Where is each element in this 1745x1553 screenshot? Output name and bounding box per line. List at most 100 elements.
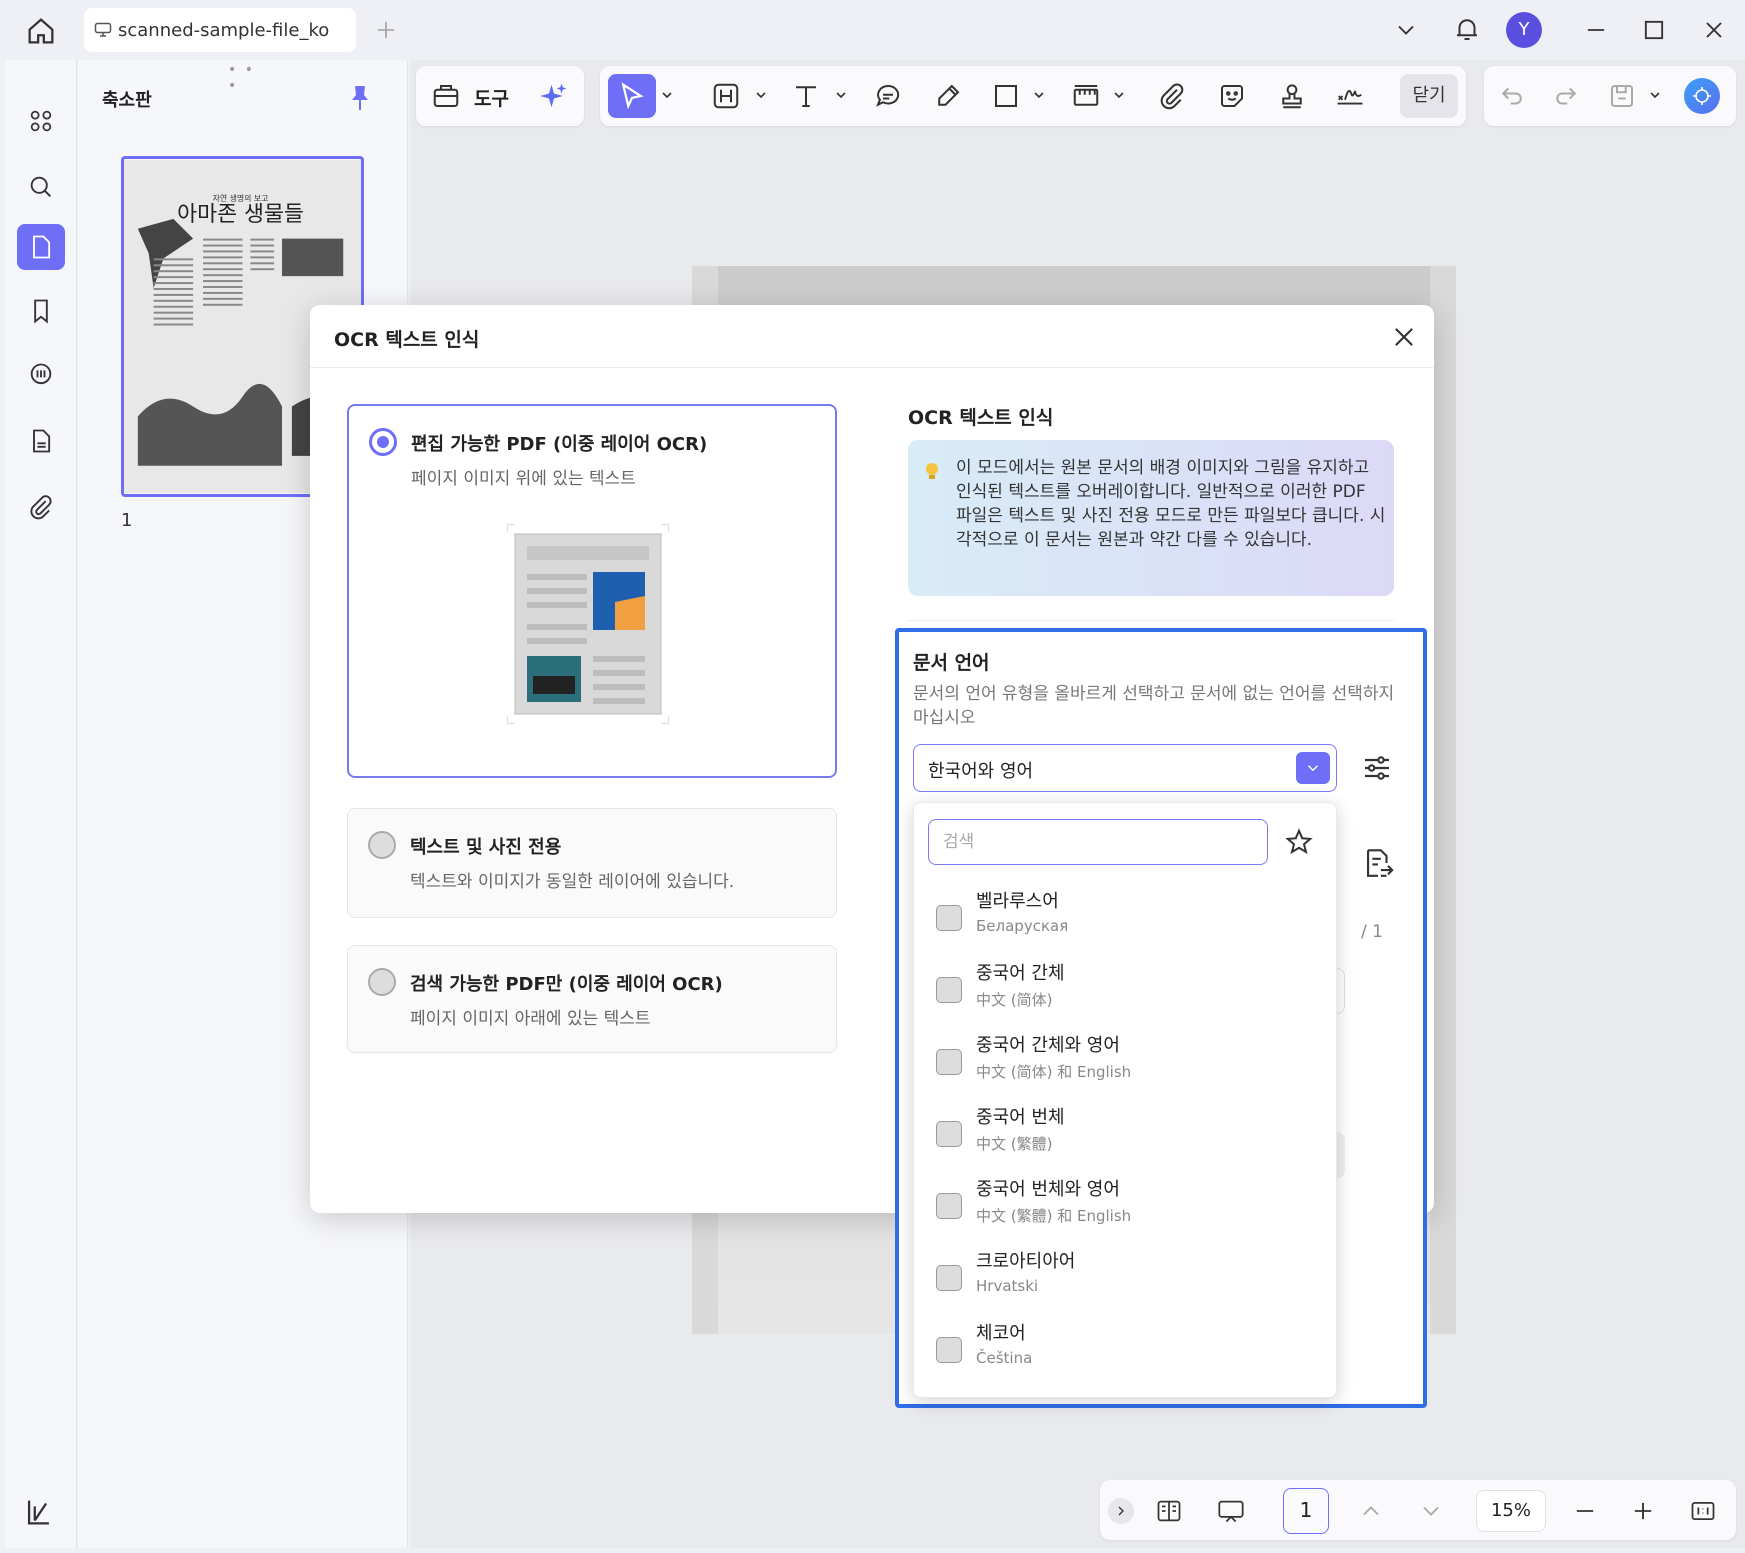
language-select-value: 한국어와 영어 — [928, 761, 1034, 782]
language-name: 중국어 번체 — [976, 1107, 1065, 1128]
apps-icon[interactable] — [17, 98, 65, 144]
language-dropdown: 벨라루스어 Беларуская 중국어 간체 中文 (简体) 중국어 간체와 … — [913, 802, 1337, 1398]
plus-icon[interactable] — [372, 16, 400, 44]
language-option[interactable]: 중국어 번체와 영어 中文 (繁體) 和 English — [928, 1169, 1308, 1239]
rectangle-icon[interactable] — [986, 76, 1026, 116]
zoom-level[interactable]: 15% — [1476, 1490, 1546, 1532]
chevron-right-icon[interactable] — [1108, 1498, 1134, 1524]
radio-text-and-image[interactable] — [368, 831, 396, 859]
language-native-name: Беларуская — [976, 917, 1069, 935]
undo-icon[interactable] — [1492, 76, 1532, 116]
stamp-icon[interactable] — [1272, 76, 1312, 116]
user-avatar[interactable]: Y — [1506, 12, 1542, 48]
zoom-out-icon[interactable] — [1568, 1494, 1602, 1528]
language-checkbox[interactable] — [936, 1121, 962, 1147]
chevron-down-icon[interactable] — [1392, 16, 1420, 44]
signature-icon[interactable] — [1330, 76, 1370, 116]
chevron-down-icon[interactable] — [1648, 88, 1662, 102]
chevron-up-icon[interactable] — [1354, 1494, 1388, 1528]
option-editable-pdf[interactable]: 편집 가능한 PDF (이중 레이어 OCR) 페이지 이미지 위에 있는 텍스… — [347, 404, 837, 778]
tools-toolbar: 도구 — [416, 66, 584, 126]
toolbox-icon[interactable] — [426, 76, 466, 116]
language-checkbox[interactable] — [936, 905, 962, 931]
document-icon[interactable] — [17, 418, 65, 464]
language-option[interactable]: 중국어 간체와 영어 中文 (简体) 和 English — [928, 1025, 1308, 1095]
sidebar-toggle-icon[interactable] — [22, 1495, 56, 1529]
bookmark-icon[interactable] — [17, 288, 65, 334]
document-tab[interactable]: scanned-sample-file_ko — [84, 8, 356, 52]
tools-label[interactable]: 도구 — [474, 84, 509, 111]
sticker-icon[interactable] — [1212, 76, 1252, 116]
language-option[interactable]: 체코어 Čeština — [928, 1313, 1308, 1383]
heading-icon[interactable] — [706, 76, 746, 116]
language-option[interactable]: 중국어 간체 中文 (简体) — [928, 953, 1308, 1023]
language-select[interactable]: 한국어와 영어 — [913, 744, 1337, 792]
sliders-icon[interactable] — [1361, 752, 1393, 784]
language-native-name: Hrvatski — [976, 1277, 1039, 1295]
language-checkbox[interactable] — [936, 1337, 962, 1363]
option-title: 텍스트 및 사진 전용 — [410, 837, 562, 858]
ai-sparkle-icon[interactable] — [534, 76, 574, 116]
ai-assistant-icon[interactable] — [1684, 78, 1720, 114]
actual-size-icon[interactable] — [1686, 1494, 1720, 1528]
thumbnail-page-number: 1 — [121, 510, 133, 531]
presentation-icon[interactable] — [1214, 1494, 1248, 1528]
chevron-down-icon[interactable] — [1296, 752, 1330, 784]
option-subtitle: 텍스트와 이미지가 동일한 레이어에 있습니다. — [410, 872, 735, 892]
lightbulb-icon — [924, 462, 940, 482]
reading-mode-icon[interactable] — [1152, 1494, 1186, 1528]
redo-icon[interactable] — [1546, 76, 1586, 116]
thumbnails-icon[interactable] — [17, 224, 65, 270]
option-title: 검색 가능한 PDF만 (이중 레이어 OCR) — [410, 974, 723, 995]
monitor-icon — [94, 22, 112, 38]
language-option[interactable]: 벨라루스어 Беларуская — [928, 881, 1308, 951]
tab-label: scanned-sample-file_ko — [118, 20, 330, 41]
comment-bubble-icon[interactable] — [868, 76, 908, 116]
close-toolbar-button[interactable]: 닫기 — [1400, 74, 1458, 118]
annotation-toolbar: 닫기 — [600, 66, 1466, 126]
language-checkbox[interactable] — [936, 1265, 962, 1291]
language-description: 문서의 언어 유형을 올바르게 선택하고 문서에 없는 언어를 선택하지 마십시… — [913, 684, 1395, 728]
left-rail — [5, 60, 77, 1548]
star-icon[interactable] — [1284, 827, 1314, 857]
language-name: 중국어 간체 — [976, 963, 1065, 984]
thumbnail-headline: 아마존 생물들 — [177, 202, 304, 227]
language-option[interactable]: 중국어 번체 中文 (繁體) — [928, 1097, 1308, 1167]
page-range-icon[interactable] — [1361, 846, 1395, 880]
chevron-down-icon[interactable] — [754, 88, 768, 102]
comment-icon[interactable] — [17, 352, 65, 398]
text-icon[interactable] — [786, 76, 826, 116]
pin-icon[interactable] — [348, 84, 372, 112]
attachment-icon[interactable] — [17, 484, 65, 530]
measure-icon[interactable] — [1066, 76, 1106, 116]
language-name: 중국어 간체와 영어 — [976, 1035, 1120, 1056]
home-icon[interactable] — [22, 14, 60, 48]
language-option[interactable]: 크로아티아어 Hrvatski — [928, 1241, 1308, 1311]
chevron-down-icon[interactable] — [1032, 88, 1046, 102]
option-searchable-pdf[interactable]: 검색 가능한 PDF만 (이중 레이어 OCR) 페이지 이미지 아래에 있는 … — [347, 945, 837, 1053]
save-icon[interactable] — [1602, 76, 1642, 116]
zoom-in-icon[interactable] — [1626, 1494, 1660, 1528]
language-checkbox[interactable] — [936, 977, 962, 1003]
highlighter-icon[interactable] — [928, 76, 968, 116]
chevron-down-icon[interactable] — [1112, 88, 1126, 102]
language-search-input[interactable] — [928, 819, 1268, 865]
chevron-down-icon[interactable] — [660, 88, 674, 102]
paperclip-icon[interactable] — [1152, 76, 1192, 116]
bell-icon[interactable] — [1452, 14, 1482, 44]
chevron-down-icon[interactable] — [834, 88, 848, 102]
search-icon[interactable] — [17, 164, 65, 210]
option-text-and-image[interactable]: 텍스트 및 사진 전용 텍스트와 이미지가 동일한 레이어에 있습니다. — [347, 808, 837, 918]
radio-editable-pdf[interactable] — [369, 428, 397, 456]
select-tool-icon[interactable] — [608, 74, 656, 118]
language-checkbox[interactable] — [936, 1049, 962, 1075]
drag-handle[interactable]: • • • — [228, 62, 258, 94]
maximize-icon[interactable] — [1640, 16, 1668, 44]
minimize-icon[interactable] — [1582, 16, 1610, 44]
radio-searchable-pdf[interactable] — [368, 968, 396, 996]
chevron-down-icon[interactable] — [1414, 1494, 1448, 1528]
language-checkbox[interactable] — [936, 1193, 962, 1219]
language-native-name: 中文 (繁體) — [976, 1135, 1053, 1153]
page-number-input[interactable]: 1 — [1283, 1488, 1329, 1534]
close-window-icon[interactable] — [1700, 16, 1728, 44]
